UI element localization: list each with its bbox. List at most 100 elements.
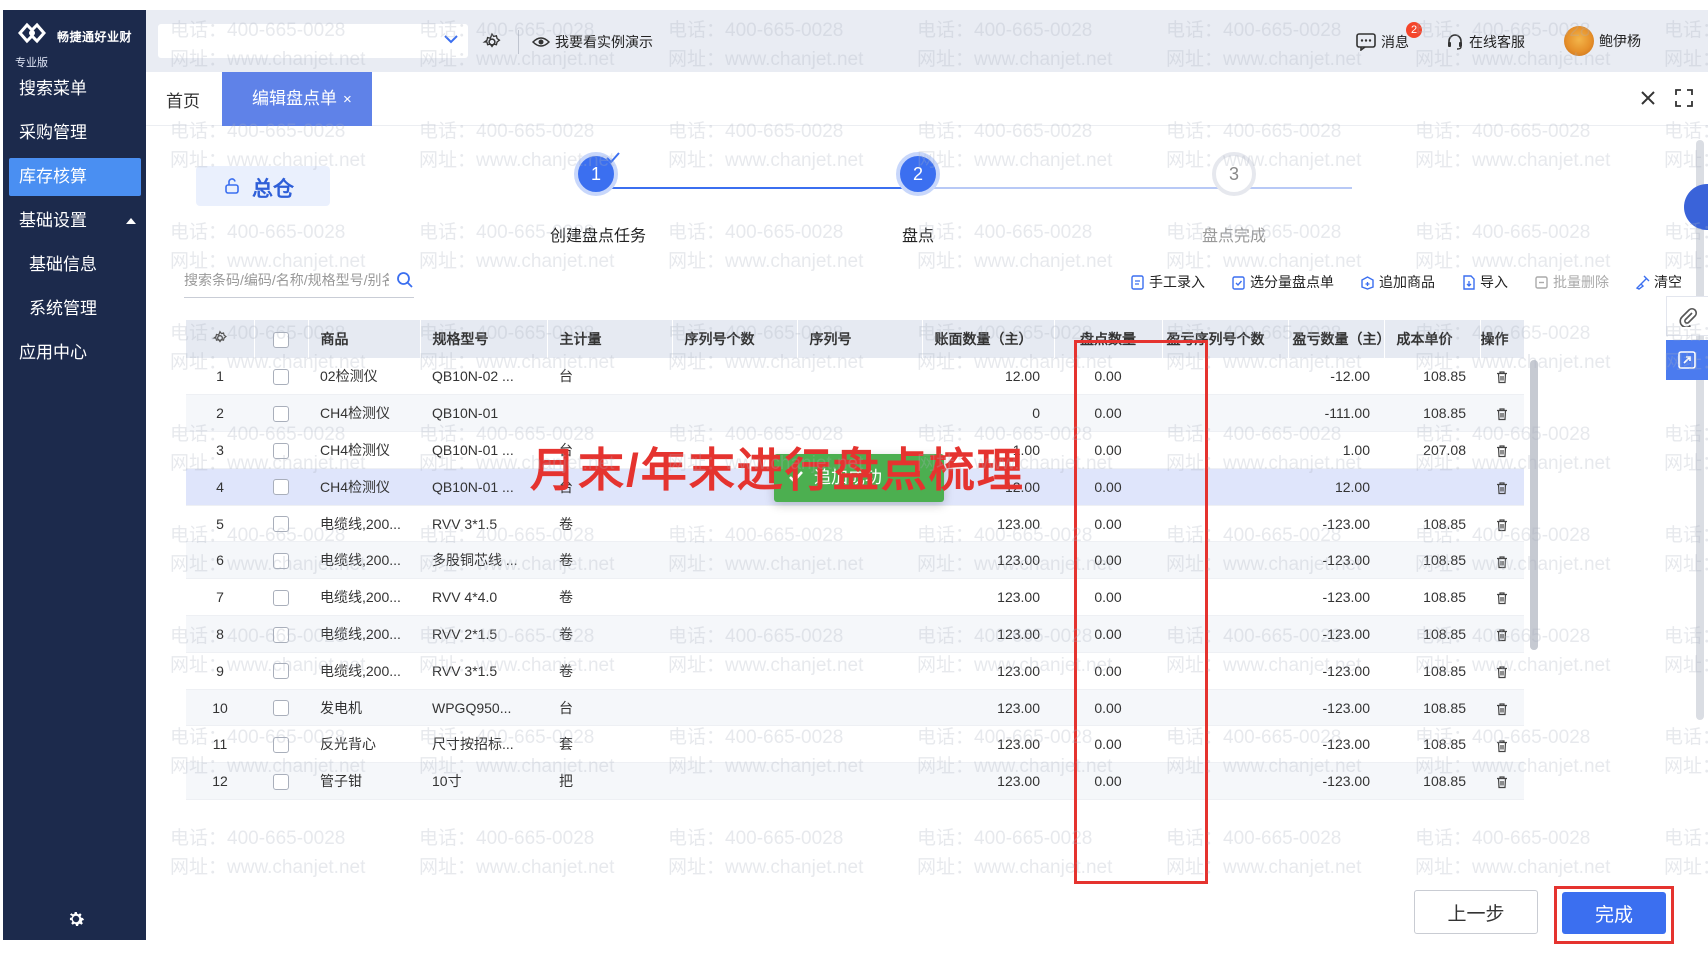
row-checkbox-cell[interactable]: [254, 505, 308, 543]
cell-count-qty[interactable]: 0.00: [1054, 358, 1162, 396]
import-button[interactable]: 导入: [1461, 270, 1508, 294]
cell-cost[interactable]: [1384, 468, 1480, 506]
cell-unit[interactable]: 卷: [547, 578, 672, 617]
cell-spec[interactable]: 尺寸按招标...: [420, 725, 547, 764]
column-header-unit[interactable]: 主计量: [547, 320, 673, 358]
column-settings[interactable]: [186, 320, 255, 358]
cell-action[interactable]: [1480, 541, 1524, 580]
row-checkbox[interactable]: [273, 368, 289, 385]
table-row[interactable]: 5 电缆线,200... RVV 3*1.5 卷 123.00 0.00 -123.00 10…: [186, 505, 1524, 543]
cell-count-qty[interactable]: 0.00: [1054, 615, 1162, 653]
cell-action[interactable]: [1480, 615, 1524, 653]
cell-count-qty[interactable]: 0.00: [1054, 394, 1162, 433]
table-row[interactable]: 8 电缆线,200... RVV 2*1.5 卷 123.00 0.00 -123.00 10…: [186, 615, 1524, 653]
column-header-count-qty[interactable]: 盘点数量: [1054, 320, 1163, 358]
settings-gear-icon[interactable]: [65, 908, 87, 930]
tab-edit-stocktake[interactable]: 编辑盘点单 ×: [222, 72, 372, 126]
cell-serial-count[interactable]: [672, 541, 797, 580]
row-checkbox[interactable]: [273, 442, 289, 459]
row-checkbox[interactable]: [273, 589, 289, 606]
cell-action[interactable]: [1480, 762, 1524, 801]
cell-goods[interactable]: 电缆线,200...: [308, 615, 420, 653]
row-checkbox-cell[interactable]: [254, 689, 308, 727]
row-checkbox[interactable]: [273, 663, 289, 680]
messages-button[interactable]: 消息: [1356, 32, 1409, 52]
column-header-spec[interactable]: 规格型号: [420, 320, 548, 358]
cell-action[interactable]: [1480, 652, 1524, 690]
cell-cost[interactable]: 108.85: [1384, 505, 1480, 543]
cell-count-qty[interactable]: 0.00: [1054, 725, 1162, 764]
cell-count-qty[interactable]: 0.00: [1054, 762, 1162, 801]
row-checkbox-cell[interactable]: [254, 358, 308, 396]
cell-cost[interactable]: 108.85: [1384, 394, 1480, 433]
cell-serial[interactable]: [797, 725, 922, 764]
add-goods-button[interactable]: 追加商品: [1360, 270, 1435, 294]
cell-count-qty[interactable]: 0.00: [1054, 505, 1162, 543]
column-header-book-qty[interactable]: 账面数量（主）: [922, 320, 1055, 358]
cell-action[interactable]: [1480, 358, 1524, 396]
row-checkbox[interactable]: [273, 773, 289, 790]
row-checkbox[interactable]: [273, 700, 289, 717]
cell-cost[interactable]: 108.85: [1384, 541, 1480, 580]
clear-button[interactable]: 清空: [1635, 270, 1682, 294]
cell-count-qty[interactable]: 0.00: [1054, 431, 1162, 469]
cell-spec[interactable]: QB10N-01: [420, 394, 547, 433]
cell-action[interactable]: [1480, 394, 1524, 433]
cell-unit[interactable]: 卷: [547, 505, 672, 543]
cell-serial[interactable]: [797, 505, 922, 543]
cell-goods[interactable]: 管子钳: [308, 762, 420, 801]
cell-count-qty[interactable]: 0.00: [1054, 578, 1162, 617]
cell-serial-count[interactable]: [672, 725, 797, 764]
table-row[interactable]: 11 反光背心 尺寸按招标... 套 123.00 0.00 -123.00 108.85: [186, 725, 1524, 764]
cell-goods[interactable]: CH4检测仪: [308, 394, 420, 433]
cell-goods[interactable]: 反光背心: [308, 725, 420, 764]
cell-unit[interactable]: 台: [547, 358, 672, 396]
cell-cost[interactable]: 108.85: [1384, 762, 1480, 801]
row-checkbox[interactable]: [273, 479, 289, 496]
cell-serial-count[interactable]: [672, 578, 797, 617]
cell-serial-count[interactable]: [672, 615, 797, 653]
table-row[interactable]: 1 02检测仪 QB10N-02 ... 台 12.00 0.00 -12.00 108.85: [186, 358, 1524, 396]
cell-spec[interactable]: 10寸: [420, 762, 547, 801]
cell-count-qty[interactable]: 0.00: [1054, 652, 1162, 690]
cell-spec[interactable]: QB10N-02 ...: [420, 358, 547, 396]
row-checkbox[interactable]: [273, 553, 289, 570]
row-checkbox-cell[interactable]: [254, 541, 308, 580]
cell-action[interactable]: [1480, 689, 1524, 727]
cell-unit[interactable]: [547, 394, 672, 433]
table-row[interactable]: 10 发电机 WPGQ950... 台 123.00 0.00 -123.00 108.85: [186, 689, 1524, 727]
user-menu[interactable]: 鲍伊杨: [1564, 26, 1641, 56]
cell-serial[interactable]: [797, 358, 922, 396]
cell-serial-count[interactable]: [672, 358, 797, 396]
gear-icon[interactable]: [482, 32, 502, 52]
fullscreen-icon[interactable]: [1674, 88, 1694, 108]
cell-spec[interactable]: RVV 3*1.5: [420, 505, 547, 543]
row-checkbox-cell[interactable]: [254, 725, 308, 764]
attachment-button[interactable]: [1666, 296, 1708, 336]
cell-action[interactable]: [1480, 468, 1524, 506]
cell-action[interactable]: [1480, 578, 1524, 617]
cell-goods[interactable]: 发电机: [308, 689, 420, 727]
cell-unit[interactable]: 卷: [547, 615, 672, 653]
demo-link[interactable]: 我要看实例演示: [532, 32, 653, 52]
cell-count-qty[interactable]: 0.00: [1054, 689, 1162, 727]
column-header-cost[interactable]: 成本单价: [1384, 320, 1481, 358]
cell-unit[interactable]: 台: [547, 689, 672, 727]
select-all-checkbox[interactable]: [273, 331, 289, 348]
cell-cost[interactable]: 108.85: [1384, 725, 1480, 764]
online-service-button[interactable]: 在线客服: [1446, 32, 1525, 52]
cell-spec[interactable]: RVV 3*1.5: [420, 652, 547, 690]
cell-count-qty[interactable]: 0.00: [1054, 468, 1162, 506]
row-checkbox-cell[interactable]: [254, 394, 308, 433]
cell-cost[interactable]: 108.85: [1384, 358, 1480, 396]
column-header-serial-count[interactable]: 序列号个数: [672, 320, 798, 358]
column-header-goods[interactable]: 商品: [308, 320, 421, 358]
manual-entry-button[interactable]: 手工录入: [1130, 270, 1205, 294]
cell-cost[interactable]: 108.85: [1384, 615, 1480, 653]
row-checkbox-cell[interactable]: [254, 431, 308, 469]
finish-button[interactable]: 完成: [1562, 892, 1666, 934]
cell-goods[interactable]: 电缆线,200...: [308, 505, 420, 543]
row-checkbox-cell[interactable]: [254, 578, 308, 617]
select-batch-button[interactable]: 选分量盘点单: [1231, 270, 1334, 294]
cell-unit[interactable]: 把: [547, 762, 672, 801]
